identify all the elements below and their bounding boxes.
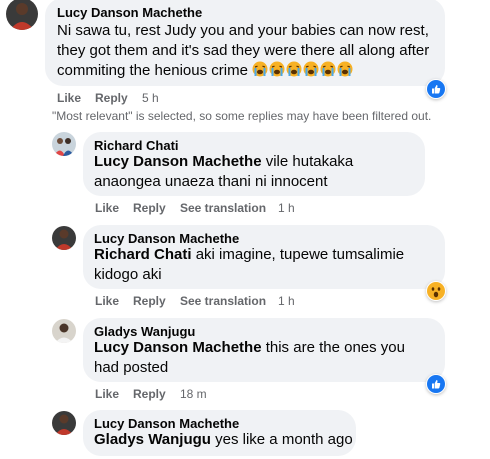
reply-text: Richard Chati aki imagine, tupewe tumsal…: [94, 245, 434, 285]
loudly-crying-face-emoji: [252, 61, 268, 77]
reply-text-content: yes like a month ago: [215, 431, 353, 448]
like-link[interactable]: Like: [95, 387, 119, 401]
like-link[interactable]: Like: [57, 91, 81, 105]
reply-link[interactable]: Reply: [95, 91, 128, 105]
reply-link[interactable]: Reply: [133, 294, 166, 308]
loudly-crying-face-emoji: [286, 61, 302, 77]
comment-actions: Like Reply 5 h: [57, 91, 177, 105]
reply-text: Lucy Danson Machethe vile hutakaka anaon…: [94, 152, 420, 192]
comment-actions: Like Reply 18 m: [95, 387, 225, 401]
comment-text: Ni sawa tu, rest Judy you and your babie…: [57, 21, 441, 81]
comment-timestamp[interactable]: 5 h: [142, 91, 159, 105]
avatar[interactable]: [52, 319, 76, 343]
comment-timestamp[interactable]: 18 m: [180, 387, 207, 401]
avatar[interactable]: [6, 0, 38, 30]
reply-text: Gladys Wanjugu yes like a month ago: [94, 430, 354, 450]
reply-text: Lucy Danson Machethe this are the ones y…: [94, 338, 434, 378]
avatar[interactable]: [52, 132, 76, 156]
like-reaction-icon[interactable]: [426, 79, 446, 99]
like-link[interactable]: Like: [95, 201, 119, 215]
comment-timestamp[interactable]: 1 h: [278, 294, 295, 308]
comment-actions: Like Reply See translation 1 h: [95, 294, 305, 308]
comment-author[interactable]: Lucy Danson Machethe: [57, 5, 202, 20]
loudly-crying-face-emoji: [269, 61, 285, 77]
like-link[interactable]: Like: [95, 294, 119, 308]
loudly-crying-face-emoji: [303, 61, 319, 77]
see-translation-link[interactable]: See translation: [180, 201, 266, 215]
loudly-crying-face-emoji: [337, 61, 353, 77]
like-reaction-icon[interactable]: [426, 374, 446, 394]
comment-text-content: Ni sawa tu, rest Judy you and your babie…: [57, 22, 430, 79]
mention-tag[interactable]: Lucy Danson Machethe: [94, 339, 262, 356]
reply-link[interactable]: Reply: [133, 387, 166, 401]
emoji-row: [252, 61, 354, 79]
mention-tag[interactable]: Lucy Danson Machethe: [94, 153, 262, 170]
see-translation-link[interactable]: See translation: [180, 294, 266, 308]
avatar[interactable]: [52, 411, 76, 435]
reply-author[interactable]: Richard Chati: [94, 138, 179, 153]
loudly-crying-face-emoji: [320, 61, 336, 77]
wow-reaction-icon[interactable]: [426, 281, 446, 301]
avatar[interactable]: [52, 226, 76, 250]
mention-tag[interactable]: Richard Chati: [94, 246, 192, 263]
reply-author[interactable]: Lucy Danson Machethe: [94, 231, 239, 246]
reply-link[interactable]: Reply: [133, 201, 166, 215]
reply-author[interactable]: Gladys Wanjugu: [94, 324, 195, 339]
reply-author[interactable]: Lucy Danson Machethe: [94, 416, 239, 431]
filter-note: "Most relevant" is selected, so some rep…: [52, 109, 432, 123]
comment-timestamp[interactable]: 1 h: [278, 201, 295, 215]
mention-tag[interactable]: Gladys Wanjugu: [94, 431, 211, 448]
comment-actions: Like Reply See translation 1 h: [95, 201, 305, 215]
